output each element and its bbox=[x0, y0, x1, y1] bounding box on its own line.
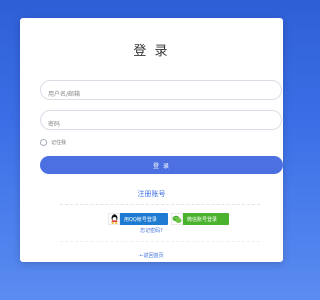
qq-icon bbox=[108, 213, 120, 225]
login-card: 登 录 记住我 登 录 注册账号 用QQ帐号登录 bbox=[20, 18, 283, 262]
back-home-link[interactable]: ←返回首页 bbox=[20, 252, 283, 259]
remember-label: 记住我 bbox=[51, 140, 67, 146]
qq-login-label: 用QQ帐号登录 bbox=[124, 216, 157, 223]
remember-me[interactable]: 记住我 bbox=[40, 139, 66, 146]
forgot-password-link[interactable]: 忘记密码? bbox=[20, 227, 283, 234]
password-input[interactable] bbox=[41, 115, 281, 134]
wechat-login-label: 微信账号登录 bbox=[187, 216, 218, 223]
divider bbox=[60, 204, 260, 205]
username-field-wrapper bbox=[40, 80, 282, 104]
login-button[interactable]: 登 录 bbox=[40, 156, 283, 174]
register-link[interactable]: 注册账号 bbox=[20, 189, 283, 199]
password-field-wrapper bbox=[40, 110, 282, 134]
remember-checkbox[interactable] bbox=[40, 139, 47, 146]
page-title: 登 录 bbox=[133, 44, 170, 59]
qq-login-button[interactable]: 用QQ帐号登录 bbox=[108, 213, 168, 225]
wechat-login-button[interactable]: 微信账号登录 bbox=[171, 213, 229, 225]
wechat-icon bbox=[171, 213, 183, 225]
divider-bottom bbox=[60, 241, 260, 242]
username-input[interactable] bbox=[41, 85, 281, 104]
